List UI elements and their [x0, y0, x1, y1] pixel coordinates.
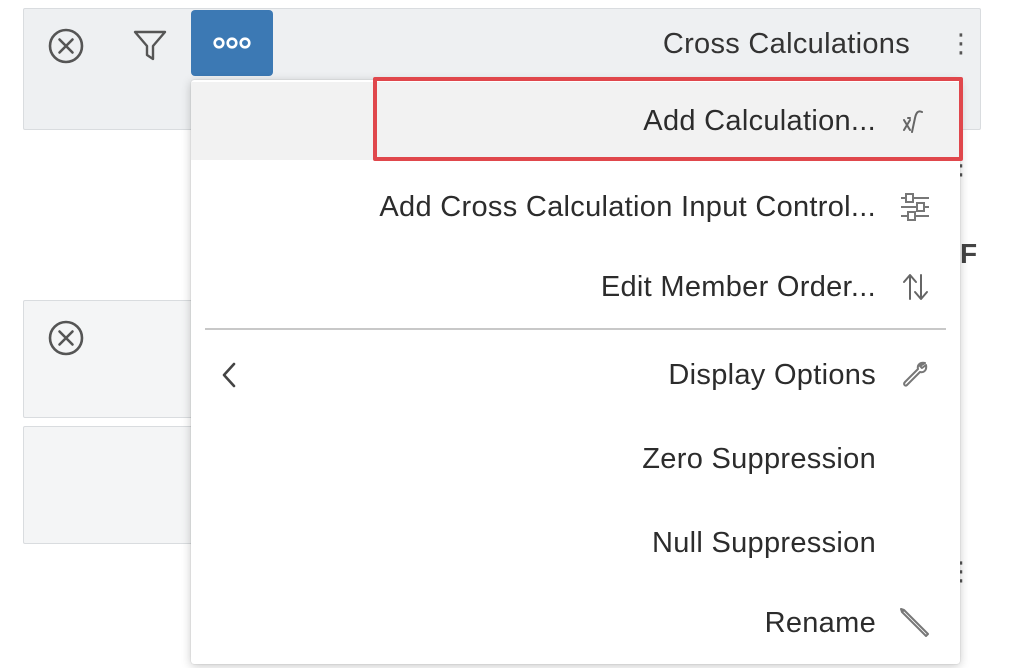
menu-item-edit-member-order[interactable]: Edit Member Order...: [191, 248, 960, 326]
close-icon[interactable]: [44, 316, 88, 360]
panel-title: Cross Calculations: [662, 28, 910, 60]
menu-item-display-options[interactable]: Display Options: [191, 336, 960, 414]
filter-icon[interactable]: [128, 24, 172, 68]
sort-arrows-icon: [897, 269, 933, 305]
menu-item-add-calculation[interactable]: Add Calculation...: [191, 82, 960, 160]
menu-item-label: Rename: [764, 606, 876, 639]
close-icon[interactable]: [44, 24, 88, 68]
context-menu: Add Calculation... Add Cross Calculation…: [191, 80, 960, 664]
more-options-button[interactable]: [191, 10, 273, 76]
menu-divider: [205, 328, 946, 330]
menu-item-label: Add Calculation...: [643, 104, 876, 137]
menu-item-label: Null Suppression: [651, 526, 876, 559]
menu-item-label: Add Cross Calculation Input Control...: [379, 190, 876, 223]
vertical-dots-icon[interactable]: ⋮: [948, 30, 974, 56]
menu-item-label: Zero Suppression: [642, 442, 876, 475]
function-fx-icon: [897, 103, 933, 139]
menu-item-zero-suppression[interactable]: Zero Suppression: [191, 420, 960, 498]
more-horizontal-icon: [213, 37, 251, 49]
partial-label: F: [960, 238, 978, 269]
background-panel: [23, 426, 193, 544]
menu-item-label: Edit Member Order...: [600, 270, 876, 303]
menu-item-add-input-control[interactable]: Add Cross Calculation Input Control...: [191, 168, 960, 246]
pencil-icon: [897, 605, 933, 641]
wrench-icon: [897, 357, 933, 393]
chevron-left-icon: [217, 358, 243, 392]
sliders-icon: [897, 189, 933, 225]
menu-item-null-suppression[interactable]: Null Suppression: [191, 504, 960, 582]
menu-item-label: Display Options: [668, 358, 876, 391]
menu-item-rename[interactable]: Rename: [191, 584, 960, 662]
